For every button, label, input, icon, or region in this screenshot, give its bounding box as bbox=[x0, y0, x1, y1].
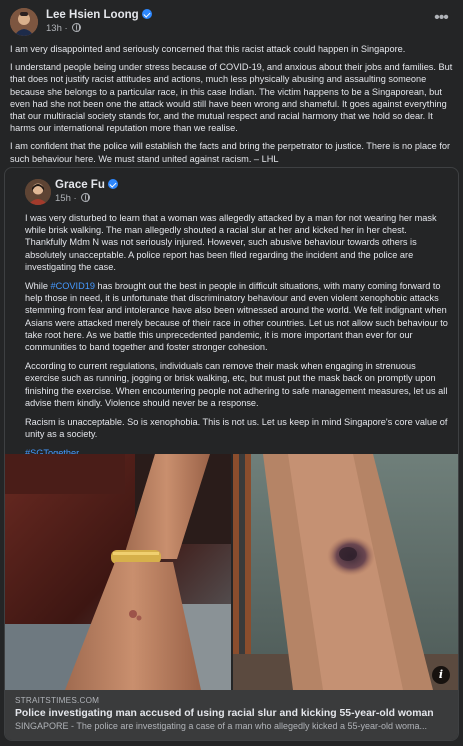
post-card: Lee Hsien Loong 13h · ••• I am very disa… bbox=[0, 0, 463, 746]
link-preview[interactable]: STRAITSTIMES.COM Police investigating ma… bbox=[5, 690, 458, 740]
paragraph-text: While bbox=[25, 281, 51, 292]
hashtag-covid19-link[interactable]: #COVID19 bbox=[51, 281, 95, 291]
shared-author-name[interactable]: Grace Fu bbox=[55, 179, 118, 191]
globe-icon bbox=[72, 23, 82, 32]
shared-post[interactable]: Grace Fu 15h · I was very disturbed to l… bbox=[4, 167, 459, 741]
shared-paragraph: I was very disturbed to learn that a wom… bbox=[25, 213, 437, 272]
author-name-text[interactable]: Lee Hsien Loong bbox=[46, 9, 139, 21]
post-body: I am very disappointed and seriously con… bbox=[10, 43, 453, 171]
post-paragraph: I am confident that the police will esta… bbox=[10, 141, 451, 164]
verified-badge-icon bbox=[141, 9, 152, 19]
link-title[interactable]: Police investigating man accused of usin… bbox=[15, 708, 448, 719]
link-domain: STRAITSTIMES.COM bbox=[15, 696, 100, 705]
shared-paragraph-covid: While #COVID19 has brought out the best … bbox=[25, 280, 450, 353]
post-meta: 13h · bbox=[46, 23, 82, 34]
shared-author-name-text[interactable]: Grace Fu bbox=[55, 179, 105, 191]
shared-paragraph: Racism is unacceptable. So is xenophobia… bbox=[25, 417, 448, 440]
shared-author-avatar[interactable] bbox=[25, 179, 51, 205]
shared-post-body: I was very disturbed to learn that a wom… bbox=[25, 212, 450, 467]
post-header: Lee Hsien Loong 13h · ••• bbox=[10, 8, 453, 36]
post-paragraph: I understand people being under stress b… bbox=[10, 62, 453, 134]
info-icon[interactable]: i bbox=[432, 666, 450, 684]
author-avatar[interactable] bbox=[10, 8, 38, 36]
link-description: SINGAPORE - The police are investigating… bbox=[15, 721, 428, 731]
bruised-arm-photo[interactable]: i bbox=[233, 454, 458, 690]
author-name[interactable]: Lee Hsien Loong bbox=[46, 9, 152, 21]
globe-icon bbox=[81, 193, 91, 202]
verified-badge-icon bbox=[107, 179, 118, 189]
post-paragraph: I am very disappointed and seriously con… bbox=[10, 44, 406, 54]
injured-hand-photo[interactable] bbox=[5, 454, 231, 690]
shared-post-header: Grace Fu 15h · bbox=[25, 179, 445, 205]
shared-paragraph: According to current regulations, indivi… bbox=[25, 361, 448, 408]
shared-post-timestamp[interactable]: 15h bbox=[55, 193, 71, 204]
link-preview-images[interactable]: i bbox=[5, 454, 458, 690]
post-timestamp[interactable]: 13h bbox=[46, 23, 62, 34]
paragraph-text: has brought out the best in people in di… bbox=[25, 281, 448, 353]
shared-post-meta: 15h · bbox=[55, 193, 91, 204]
more-options-icon[interactable]: ••• bbox=[431, 10, 451, 28]
